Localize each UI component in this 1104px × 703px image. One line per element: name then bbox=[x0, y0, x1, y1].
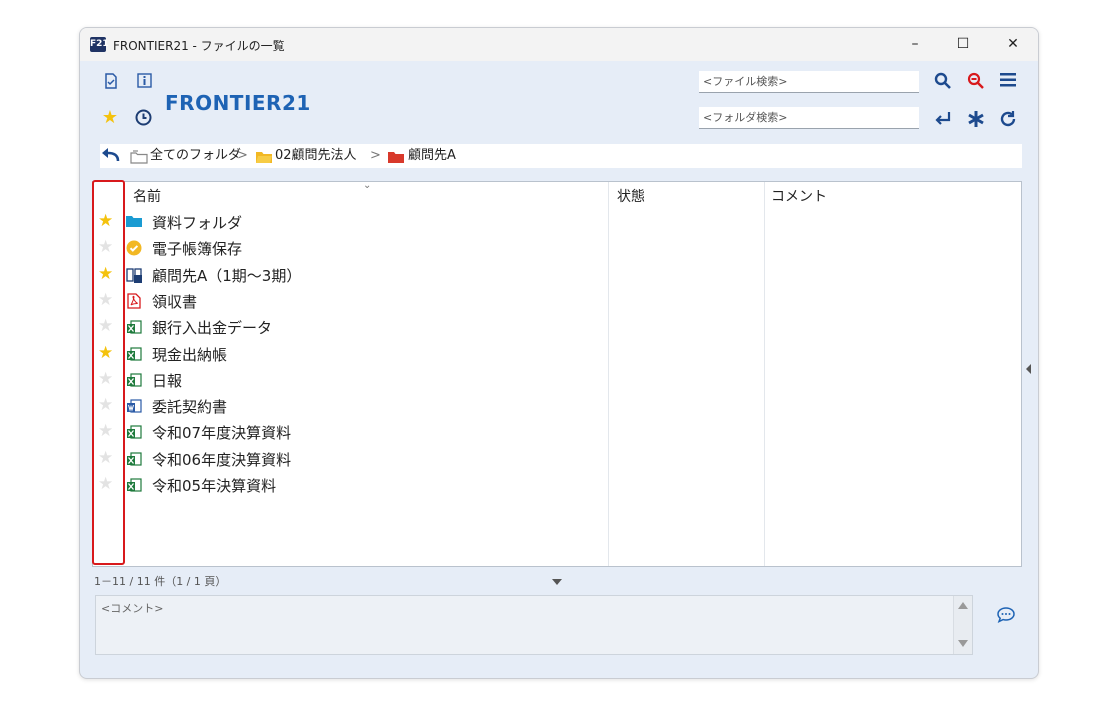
file-name: 日報 bbox=[152, 371, 183, 390]
excel-icon bbox=[126, 346, 142, 361]
file-name: 現金出納帳 bbox=[152, 345, 228, 364]
favorites-star-icon[interactable]: ★ bbox=[100, 109, 120, 127]
scroll-up-icon[interactable] bbox=[958, 602, 968, 609]
app-logo-icon: F21 bbox=[90, 37, 109, 52]
file-row[interactable]: ★ 領収書 bbox=[93, 288, 1021, 314]
file-row[interactable]: ★ 委託契約書 bbox=[93, 393, 1021, 419]
history-clock-icon[interactable] bbox=[133, 109, 153, 130]
folder-open-yellow-icon bbox=[255, 149, 273, 173]
title-bar: F21 FRONTIER21 - ファイルの一覧 – ☐ ✕ bbox=[80, 28, 1038, 61]
file-name: 資料フォルダ bbox=[152, 214, 243, 232]
scroll-down-icon[interactable] bbox=[958, 640, 968, 647]
file-row[interactable]: ★ 令和05年決算資料 bbox=[93, 472, 1021, 498]
info-icon[interactable] bbox=[135, 73, 153, 92]
folder-search-input[interactable]: <フォルダ検索> bbox=[699, 107, 919, 129]
excel-icon bbox=[126, 372, 142, 387]
refresh-icon[interactable] bbox=[997, 110, 1019, 133]
excel-icon bbox=[126, 451, 142, 466]
pdf-icon bbox=[126, 293, 141, 309]
file-search-input[interactable]: <ファイル検索> bbox=[699, 71, 919, 93]
breadcrumb-item-client-a[interactable]: 顧問先A bbox=[408, 144, 456, 168]
file-name: 電子帳簿保存 bbox=[152, 240, 243, 259]
menu-icon[interactable] bbox=[997, 72, 1019, 93]
breadcrumb: 全てのフォルダ > 02顧問先法人 > 顧問先A bbox=[100, 144, 1022, 168]
clear-search-icon[interactable] bbox=[965, 72, 987, 95]
file-row[interactable]: ★ 銀行入出金データ bbox=[93, 314, 1021, 340]
breadcrumb-item-all-folders[interactable]: 全てのフォルダ bbox=[150, 144, 241, 168]
brand-title: FRONTIER21 bbox=[165, 91, 311, 115]
file-list: 名前 ⌄ 状態 コメント ★ 資料フォルダ ★ 電子帳簿保存 ★ 顧問先A（1期～3期） ★… bbox=[92, 181, 1022, 567]
all-folders-icon bbox=[130, 149, 148, 173]
breadcrumb-separator: > bbox=[237, 148, 248, 163]
search-icon[interactable] bbox=[932, 72, 954, 95]
check-badge-icon bbox=[126, 240, 142, 256]
side-panel-toggle-icon[interactable] bbox=[1026, 364, 1031, 374]
word-icon bbox=[126, 398, 142, 413]
comment-scrollbar[interactable] bbox=[953, 596, 972, 654]
column-header-comment[interactable]: コメント bbox=[771, 186, 827, 206]
folder-icon bbox=[126, 214, 142, 229]
star-column-highlight bbox=[92, 180, 125, 565]
minimize-button[interactable]: – bbox=[892, 28, 938, 61]
file-check-icon[interactable] bbox=[102, 73, 120, 93]
main-window: F21 FRONTIER21 - ファイルの一覧 – ☐ ✕ ★ FRONTIE… bbox=[79, 27, 1039, 679]
file-name: 銀行入出金データ bbox=[152, 319, 273, 338]
enter-return-icon[interactable] bbox=[932, 110, 954, 133]
file-row[interactable]: ★ 資料フォルダ bbox=[93, 209, 1021, 235]
window-title: FRONTIER21 - ファイルの一覧 bbox=[113, 39, 285, 53]
pager-status: 1－11 / 11 件（1 / 1 頁） bbox=[94, 575, 227, 588]
breadcrumb-item-advisory-corporations[interactable]: 02顧問先法人 bbox=[275, 144, 357, 168]
breadcrumb-separator: > bbox=[370, 148, 381, 163]
file-name: 領収書 bbox=[152, 292, 198, 311]
file-row[interactable]: ★ 日報 bbox=[93, 367, 1021, 393]
excel-icon bbox=[126, 319, 142, 334]
column-header-name[interactable]: 名前 bbox=[133, 186, 161, 206]
comment-placeholder: <コメント> bbox=[101, 602, 164, 615]
file-row[interactable]: ★ 顧問先A（1期～3期） bbox=[93, 262, 1021, 288]
file-row[interactable]: ★ 電子帳簿保存 bbox=[93, 235, 1021, 261]
folder-red-icon bbox=[387, 149, 405, 173]
dropdown-arrow-icon[interactable] bbox=[552, 579, 562, 585]
file-row[interactable]: ★ 現金出納帳 bbox=[93, 341, 1021, 367]
file-name: 顧問先A（1期～3期） bbox=[152, 266, 302, 285]
close-button[interactable]: ✕ bbox=[990, 28, 1036, 61]
comment-bubble-icon[interactable] bbox=[996, 606, 1016, 628]
file-row[interactable]: ★ 令和07年度決算資料 bbox=[93, 419, 1021, 445]
sort-chevron-icon: ⌄ bbox=[363, 181, 372, 191]
excel-icon bbox=[126, 477, 142, 492]
comment-field[interactable]: <コメント> bbox=[95, 595, 973, 655]
file-name: 令和06年度決算資料 bbox=[152, 450, 292, 469]
excel-icon bbox=[126, 424, 142, 439]
back-arrow-icon[interactable] bbox=[100, 147, 120, 172]
column-header-status[interactable]: 状態 bbox=[617, 186, 645, 206]
binder-icon bbox=[126, 267, 142, 283]
asterisk-wildcard-icon[interactable] bbox=[965, 110, 987, 133]
file-row[interactable]: ★ 令和06年度決算資料 bbox=[93, 446, 1021, 472]
file-name: 令和07年度決算資料 bbox=[152, 424, 292, 443]
file-name: 令和05年決算資料 bbox=[152, 477, 277, 495]
file-name: 委託契約書 bbox=[152, 398, 228, 417]
maximize-button[interactable]: ☐ bbox=[940, 28, 986, 61]
